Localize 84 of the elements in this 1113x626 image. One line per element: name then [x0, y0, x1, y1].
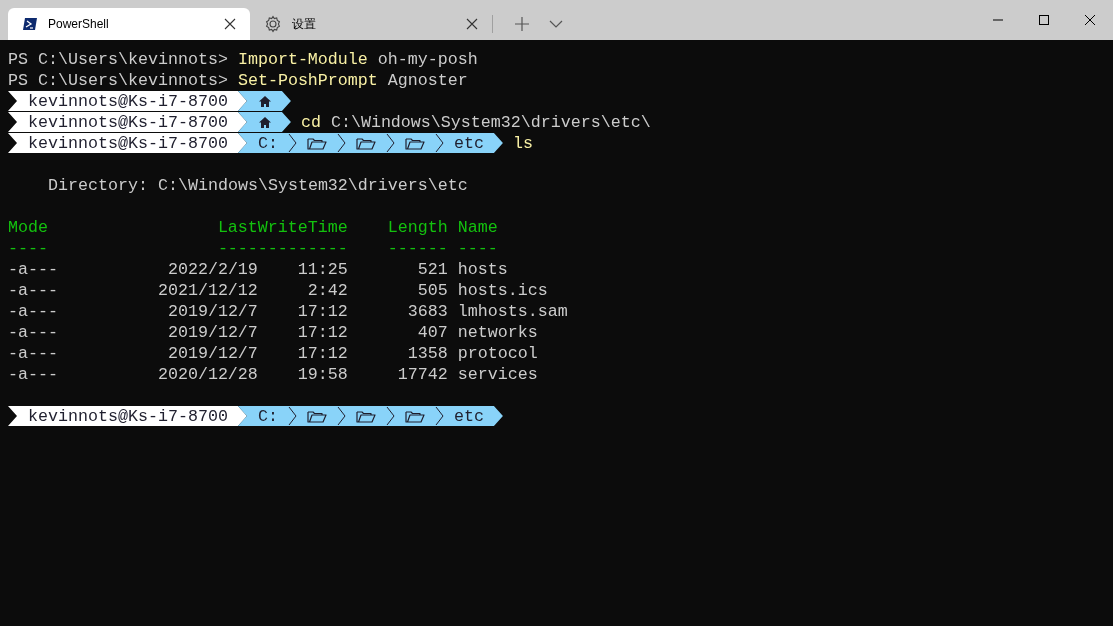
close-icon	[1084, 14, 1096, 26]
plus-icon	[514, 16, 530, 32]
close-tab-button[interactable]	[222, 16, 238, 32]
table-cell: 505	[417, 280, 448, 301]
terminal-text: Set-PoshPrompt	[237, 70, 378, 91]
table-cell: 2:42	[307, 280, 348, 301]
tab[interactable]: PowerShell	[8, 8, 250, 40]
path-text: C:	[257, 405, 278, 427]
column-underline: -------------	[217, 238, 348, 259]
path-text: C:	[257, 132, 278, 154]
separator-icon	[385, 133, 395, 153]
table-cell-text: -a---	[8, 301, 59, 322]
close-tab-button[interactable]	[464, 16, 480, 32]
column-header: Name	[457, 217, 499, 238]
folder-icon	[306, 135, 327, 151]
folder-icon	[404, 408, 425, 424]
table-cell-text: networks	[457, 322, 539, 343]
close-icon	[223, 17, 237, 31]
gear-icon	[264, 15, 282, 33]
separator-icon	[287, 406, 297, 426]
table-cell: 521	[417, 259, 448, 280]
path-text: etc	[453, 132, 484, 154]
separator-icon	[336, 133, 346, 153]
folder-icon	[404, 135, 425, 151]
prompt-user-segment: kevinnots@Ks-i7-8700	[8, 406, 247, 426]
column-header: Length	[387, 217, 448, 238]
maximize-icon	[1038, 14, 1050, 26]
terminal-text: oh-my-posh	[376, 49, 478, 70]
table-cell-text: hosts.ics	[457, 280, 549, 301]
table-cell: 17742	[397, 364, 448, 385]
terminal-text: ls	[512, 133, 533, 154]
folder-icon	[355, 408, 376, 424]
terminal-text: Import-Module	[237, 49, 368, 70]
separator-icon	[287, 133, 297, 153]
column-underline: ----	[8, 238, 49, 259]
table-cell: 17:12	[297, 343, 348, 364]
table-cell: 407	[417, 322, 448, 343]
table-cell-text: hosts	[457, 259, 509, 280]
table-cell-text: -a---	[8, 280, 59, 301]
table-cell: 11:25	[297, 259, 348, 280]
table-cell-text: -a---	[8, 343, 59, 364]
separator-icon	[434, 133, 444, 153]
terminal-text: PS C:\Users\kevinnots>	[8, 49, 229, 70]
folder-icon	[306, 408, 327, 424]
column-header: Mode	[8, 217, 49, 238]
tab[interactable]: 设置	[250, 8, 492, 40]
home-icon	[257, 115, 272, 129]
table-cell: 17:12	[297, 322, 348, 343]
table-cell: 2022/2/19	[167, 259, 258, 280]
table-cell: 19:58	[297, 364, 348, 385]
terminal-text: PS C:\Users\kevinnots>	[8, 70, 229, 91]
table-cell: 2019/12/7	[167, 322, 258, 343]
prompt-user-segment: kevinnots@Ks-i7-8700	[8, 91, 247, 111]
prompt-user-segment: kevinnots@Ks-i7-8700	[8, 133, 247, 153]
table-cell: 2020/12/28	[157, 364, 258, 385]
table-cell: 2019/12/7	[167, 343, 258, 364]
separator-icon	[336, 406, 346, 426]
separator-icon	[385, 406, 395, 426]
terminal-text: Agnoster	[386, 70, 468, 91]
column-underline: ----	[457, 238, 499, 259]
terminal-icon	[22, 17, 38, 31]
prompt-user-segment: kevinnots@Ks-i7-8700	[8, 112, 247, 132]
table-cell: 1358	[407, 343, 448, 364]
table-cell-text: services	[457, 364, 539, 385]
table-cell: 3683	[407, 301, 448, 322]
table-cell-text: protocol	[457, 343, 539, 364]
column-header: LastWriteTime	[217, 217, 348, 238]
column-underline: ------	[387, 238, 448, 259]
close-icon	[465, 17, 479, 31]
path-text: etc	[453, 405, 484, 427]
home-icon	[257, 94, 272, 108]
table-cell-text: -a---	[8, 259, 59, 280]
separator-icon	[434, 406, 444, 426]
table-cell: 2019/12/7	[167, 301, 258, 322]
terminal-text: cd	[300, 112, 321, 133]
folder-icon	[355, 135, 376, 151]
terminal-text: C:\Windows\System32\drivers\etc\	[329, 112, 651, 133]
directory-text: Directory: C:\Windows\System32\drivers\etc	[48, 175, 469, 196]
table-cell-text: -a---	[8, 322, 59, 343]
table-cell-text: lmhosts.sam	[457, 301, 569, 322]
chevron-down-icon	[549, 19, 563, 29]
table-cell-text: -a---	[8, 364, 59, 385]
table-cell: 17:12	[297, 301, 348, 322]
table-cell: 2021/12/12	[157, 280, 258, 301]
